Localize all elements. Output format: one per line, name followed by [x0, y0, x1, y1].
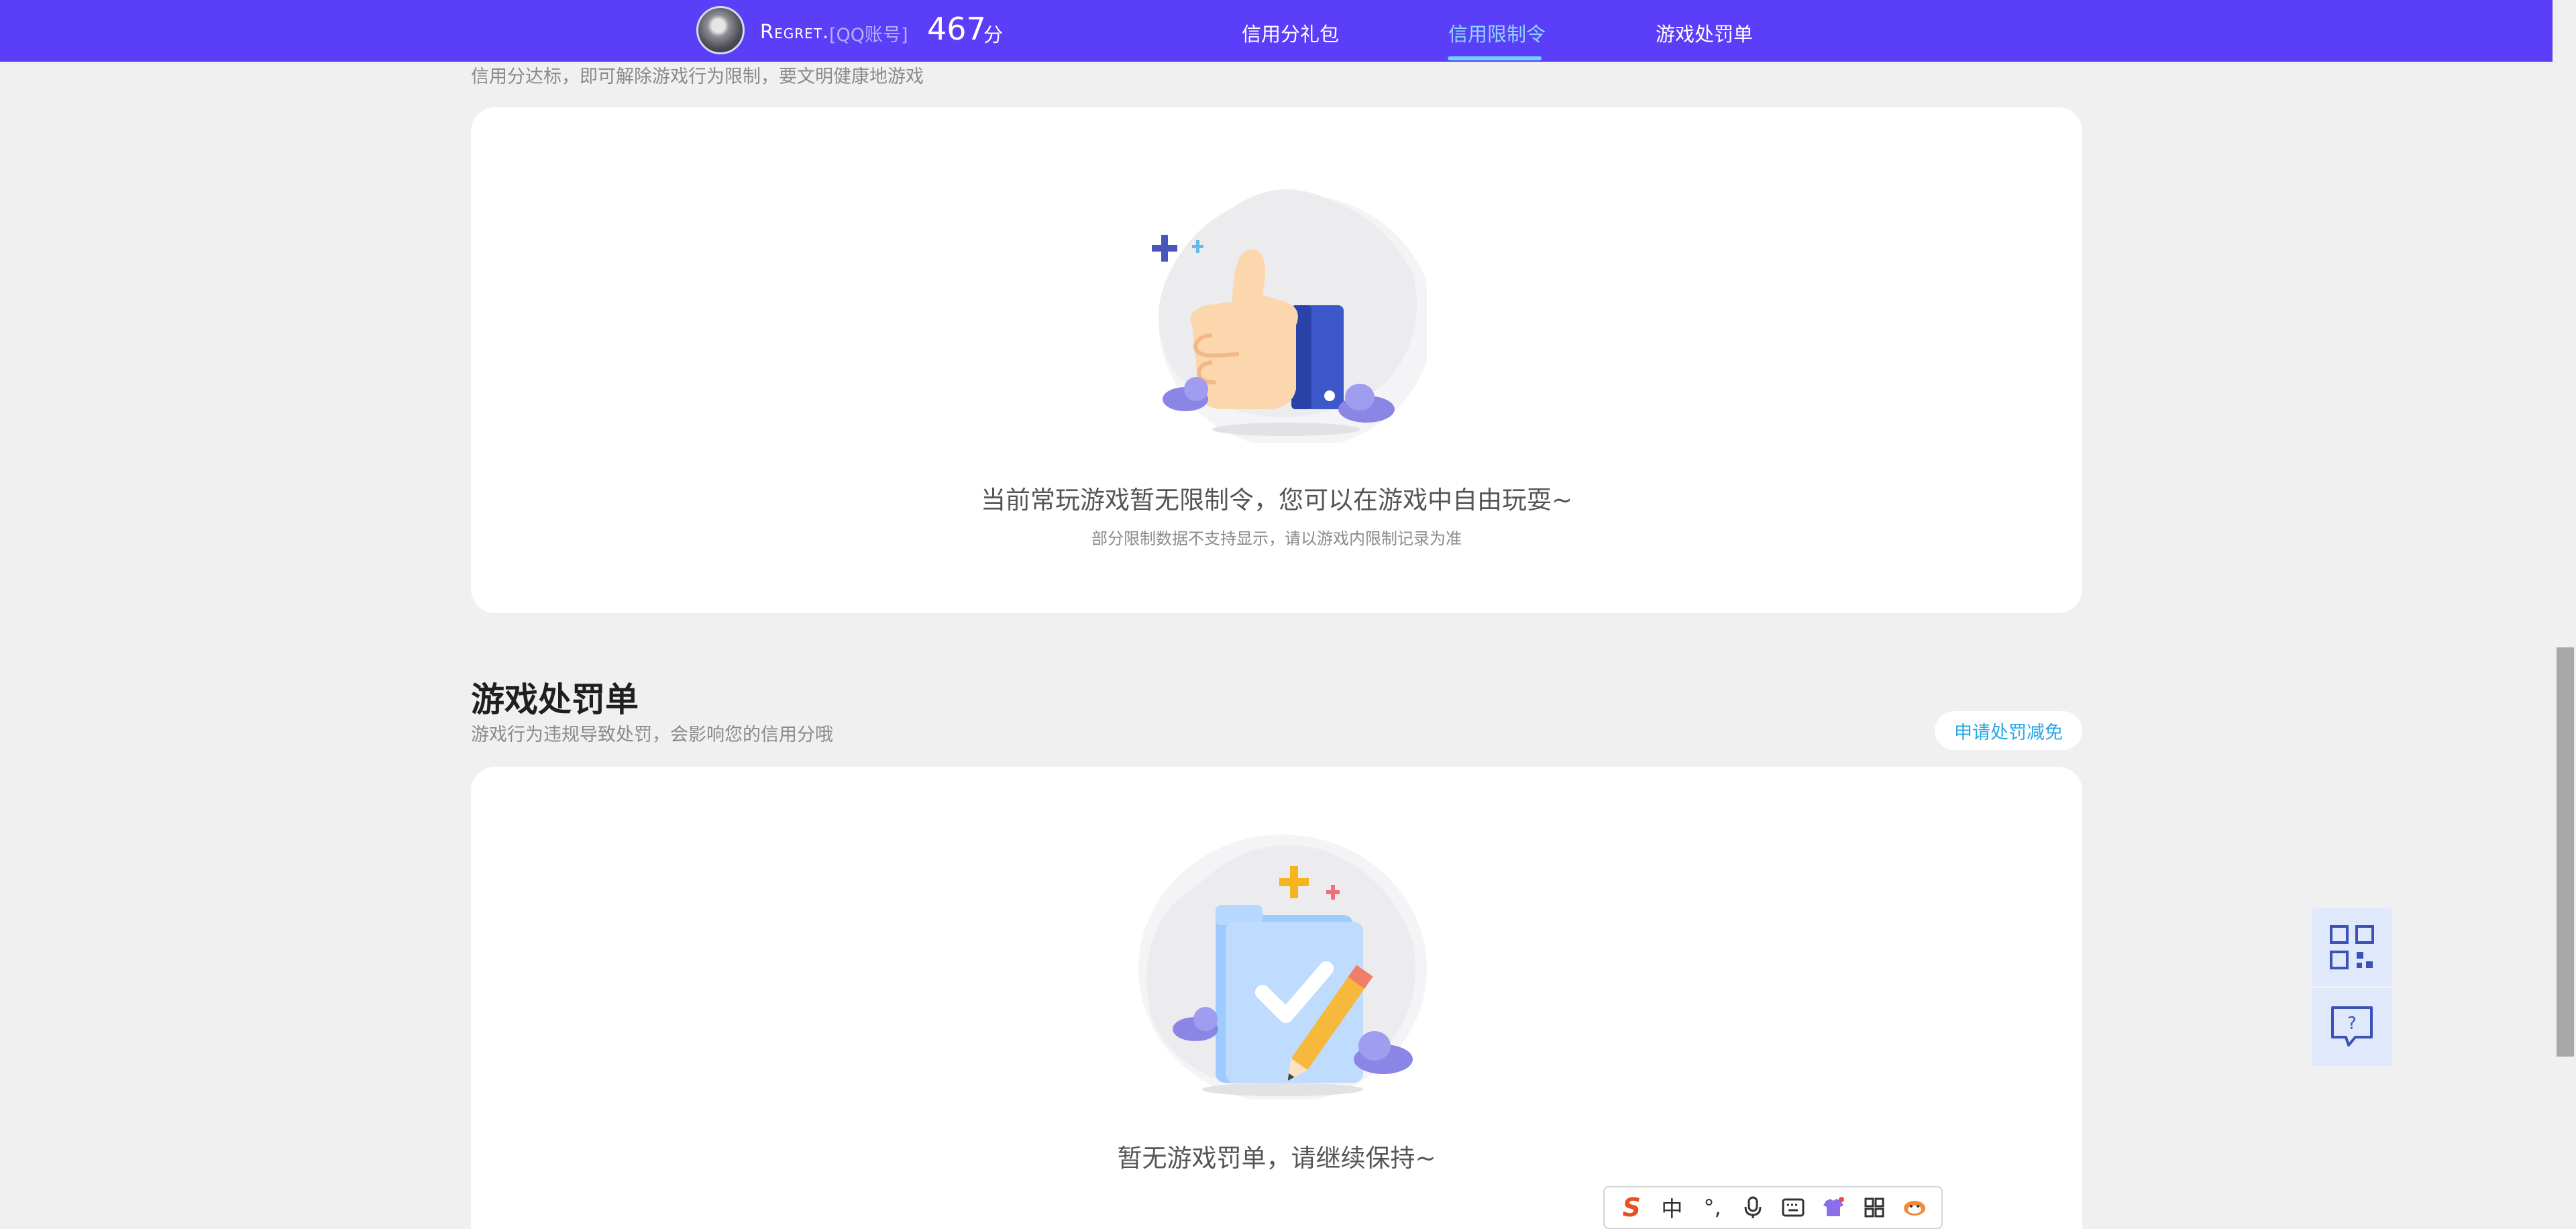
restriction-empty-message: 当前常玩游戏暂无限制令，您可以在游戏中自由玩耍~ — [980, 486, 1572, 515]
skin-icon[interactable] — [1817, 1191, 1850, 1224]
account-type: [QQ账号] — [829, 25, 908, 46]
active-tab-indicator — [1448, 56, 1542, 60]
thumbs-up-illustration — [1152, 189, 1427, 443]
microphone-icon[interactable] — [1736, 1191, 1770, 1224]
tab-game-penalty[interactable]: 游戏处罚单 — [1656, 19, 1753, 47]
credit-score-unit: 分 — [983, 23, 1004, 46]
restriction-card: 当前常玩游戏暂无限制令，您可以在游戏中自由玩耍~ 部分限制数据不支持显示，请以游… — [471, 107, 2082, 613]
punctuation-icon[interactable]: °, — [1696, 1191, 1729, 1224]
mascot-icon[interactable] — [1898, 1191, 1931, 1224]
apply-penalty-reduction-button[interactable]: 申请处罚减免 — [1935, 711, 2082, 750]
keyboard-icon[interactable] — [1776, 1191, 1810, 1224]
credit-score: 467 — [927, 11, 986, 47]
clipboard-check-illustration — [1138, 835, 1427, 1100]
restriction-subtitle: 信用分达标，即可解除游戏行为限制，要文明健康地游戏 — [471, 66, 924, 87]
top-nav-bar: Regret. [QQ账号] 467 分 信用分礼包 信用限制令 游戏处罚单 — [0, 0, 2553, 62]
penalty-empty-message: 暂无游戏罚单，请继续保持~ — [1117, 1144, 1436, 1173]
question-chat-icon: ? — [2331, 1006, 2373, 1047]
qr-code-button[interactable] — [2312, 908, 2392, 986]
restriction-empty-note: 部分限制数据不支持显示，请以游戏内限制记录为准 — [1091, 529, 1462, 548]
page: Regret. [QQ账号] 467 分 信用分礼包 信用限制令 游戏处罚单 信… — [0, 0, 2576, 1229]
chinese-mode-icon[interactable]: 中 — [1655, 1191, 1688, 1224]
ime-toolbar: S 中 °, — [1603, 1186, 1943, 1229]
penalty-subtitle: 游戏行为违规导致处罚，会影响您的信用分哦 — [471, 725, 833, 745]
tab-credit-gift[interactable]: 信用分礼包 — [1242, 19, 1339, 47]
help-button[interactable]: ? — [2312, 988, 2392, 1066]
avatar[interactable] — [696, 6, 745, 54]
scrollbar-thumb[interactable] — [2557, 647, 2574, 1057]
username: Regret. — [760, 20, 830, 43]
svg-text:?: ? — [2347, 1014, 2357, 1034]
tab-credit-restriction[interactable]: 信用限制令 — [1448, 19, 1546, 47]
penalty-card: 暂无游戏罚单，请继续保持~ — [471, 767, 2082, 1229]
sogou-logo-icon[interactable]: S — [1615, 1191, 1648, 1224]
toolbox-icon[interactable] — [1858, 1191, 1891, 1224]
qr-code-icon — [2330, 925, 2374, 969]
penalty-section-title: 游戏处罚单 — [471, 680, 639, 719]
